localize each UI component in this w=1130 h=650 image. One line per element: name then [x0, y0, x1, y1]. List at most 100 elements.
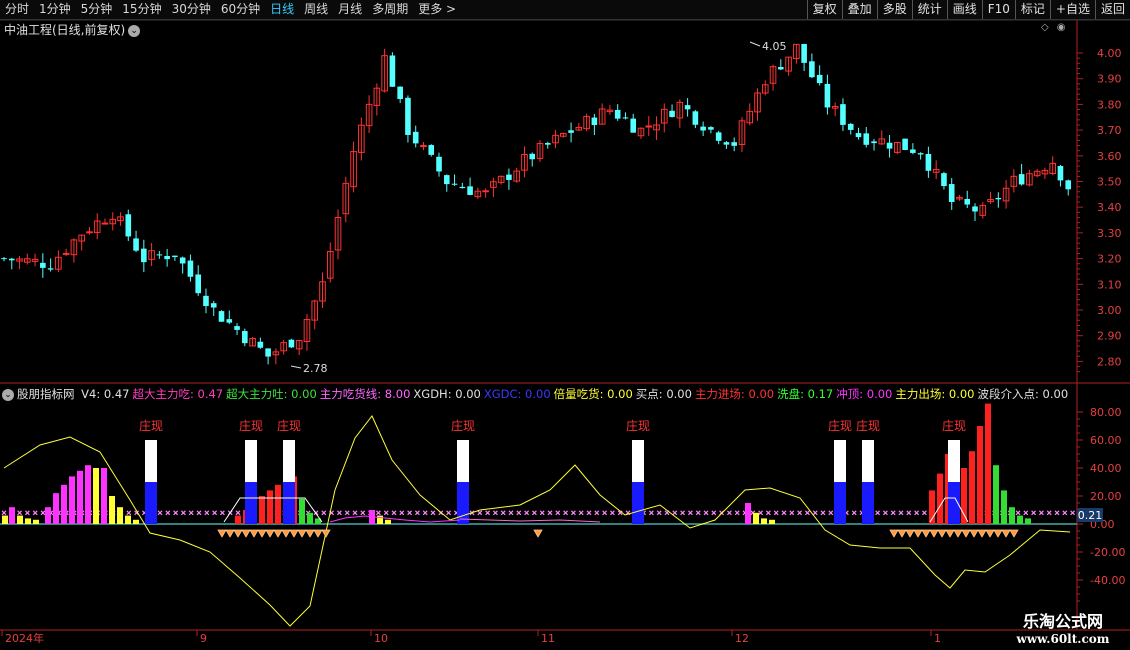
- level-mark: [500, 510, 506, 516]
- price-label: 3.50: [1097, 176, 1122, 189]
- diamond-marker: [249, 529, 259, 538]
- candle-body: [443, 175, 450, 185]
- indicator-value-4: XGDH: 0.00: [413, 387, 481, 401]
- magenta-line: [329, 515, 461, 523]
- time-label: 12: [735, 632, 749, 645]
- level-mark: [563, 510, 569, 516]
- chevron-down-icon[interactable]: ⌄: [2, 388, 14, 401]
- candle-body: [234, 326, 240, 330]
- level-mark: [898, 510, 904, 516]
- candle-body: [684, 105, 691, 110]
- level-mark: [648, 510, 654, 516]
- candle-body: [265, 348, 271, 357]
- level-mark: [804, 510, 810, 516]
- level-mark: [539, 510, 545, 516]
- level-mark: [188, 510, 194, 516]
- candle-body: [436, 156, 442, 172]
- level-mark: [204, 510, 210, 516]
- level-mark: [32, 510, 38, 516]
- indicator-value-2: 超大主力吐: 0.00: [226, 387, 317, 401]
- zhuang-white-bar: [245, 440, 257, 482]
- diamond-marker: [265, 529, 275, 538]
- indicator-bar: [969, 451, 975, 524]
- level-mark: [1031, 510, 1037, 516]
- candle-body: [141, 248, 147, 263]
- diamond-marker: [1009, 529, 1019, 538]
- level-mark: [875, 510, 881, 516]
- indicator-bar: [299, 498, 305, 524]
- indicator-bar: [45, 507, 51, 524]
- level-mark: [407, 510, 413, 516]
- candle-body: [591, 117, 598, 126]
- level-mark: [602, 510, 608, 516]
- indicator-value-7: 买点: 0.00: [635, 387, 692, 401]
- candle-body: [544, 143, 551, 145]
- zhuang-label: 庄现: [139, 418, 163, 433]
- level-mark: [914, 510, 920, 516]
- indicator-value-10: 冲顶: 0.00: [836, 387, 893, 401]
- level-mark: [1054, 510, 1060, 516]
- candle-body: [40, 262, 46, 268]
- indicator-bar: [125, 515, 131, 524]
- candle-body: [840, 104, 846, 125]
- indicator-bar: [993, 465, 999, 524]
- level-mark: [789, 510, 795, 516]
- candle-body: [86, 231, 93, 234]
- price-label: 3.90: [1097, 73, 1122, 86]
- level-mark: [516, 510, 522, 516]
- level-mark: [812, 510, 818, 516]
- zhuang-white-bar: [948, 440, 960, 482]
- candle-body: [101, 222, 109, 225]
- candle-body: [1018, 174, 1025, 185]
- candle-body: [172, 255, 178, 258]
- indicator-value-3: 主力吃货线: 8.00: [319, 387, 411, 401]
- price-label: 3.70: [1097, 124, 1122, 137]
- candle-body: [179, 257, 186, 264]
- level-mark: [1023, 510, 1029, 516]
- level-mark: [1038, 510, 1044, 516]
- zhuang-label: 庄现: [626, 418, 650, 433]
- level-mark: [828, 510, 834, 516]
- diamond-marker: [921, 529, 931, 538]
- level-mark: [1062, 510, 1068, 516]
- diamond-marker: [241, 529, 251, 538]
- candle-body: [412, 131, 419, 144]
- zhuang-label: 庄现: [828, 418, 852, 433]
- time-label: 1: [934, 632, 941, 645]
- ind-label: 40.00: [1090, 462, 1122, 475]
- indicator-bar: [53, 493, 59, 524]
- indicator-bar: [769, 519, 775, 524]
- level-mark: [1, 510, 7, 516]
- kline-chart[interactable]: 4.00 3.90 3.80 3.70 3.60 3.50 3.40 3.30 3.20 3.10…: [0, 0, 1130, 650]
- time-label: 11: [541, 632, 555, 645]
- diamond-marker: [913, 529, 923, 538]
- level-mark: [492, 510, 498, 516]
- indicator-value-1: 超大主力吃: 0.47: [132, 387, 224, 401]
- price-label: 3.60: [1097, 150, 1122, 163]
- indicator-legend: ⌄ 股朋指标网 V4: 0.47 超大主力吃: 0.47 超大主力吐: 0.00 主力吃…: [2, 386, 1071, 402]
- candle-body: [187, 260, 194, 277]
- low-label: 2.78: [303, 362, 328, 375]
- diamond-marker: [225, 529, 235, 538]
- indicator-bar: [761, 518, 767, 524]
- level-mark: [180, 510, 186, 516]
- level-mark: [430, 510, 436, 516]
- candle-body: [210, 303, 217, 308]
- price-label: 3.10: [1097, 278, 1122, 291]
- price-label: 3.40: [1097, 201, 1122, 214]
- price-label: 3.80: [1097, 98, 1122, 111]
- diamond-marker: [321, 529, 331, 538]
- level-mark: [446, 510, 452, 516]
- price-label: 2.80: [1097, 355, 1122, 368]
- indicator-bar: [25, 518, 31, 524]
- level-mark: [890, 510, 896, 516]
- diamond-marker: [313, 529, 323, 538]
- indicator-bar: [93, 468, 99, 524]
- diamond-marker: [273, 529, 283, 538]
- candle-body: [568, 130, 574, 133]
- candle-body: [405, 97, 411, 135]
- level-mark: [360, 510, 366, 516]
- diamond-marker: [985, 529, 995, 538]
- candle-body: [397, 86, 403, 100]
- indicator-bar: [745, 503, 751, 524]
